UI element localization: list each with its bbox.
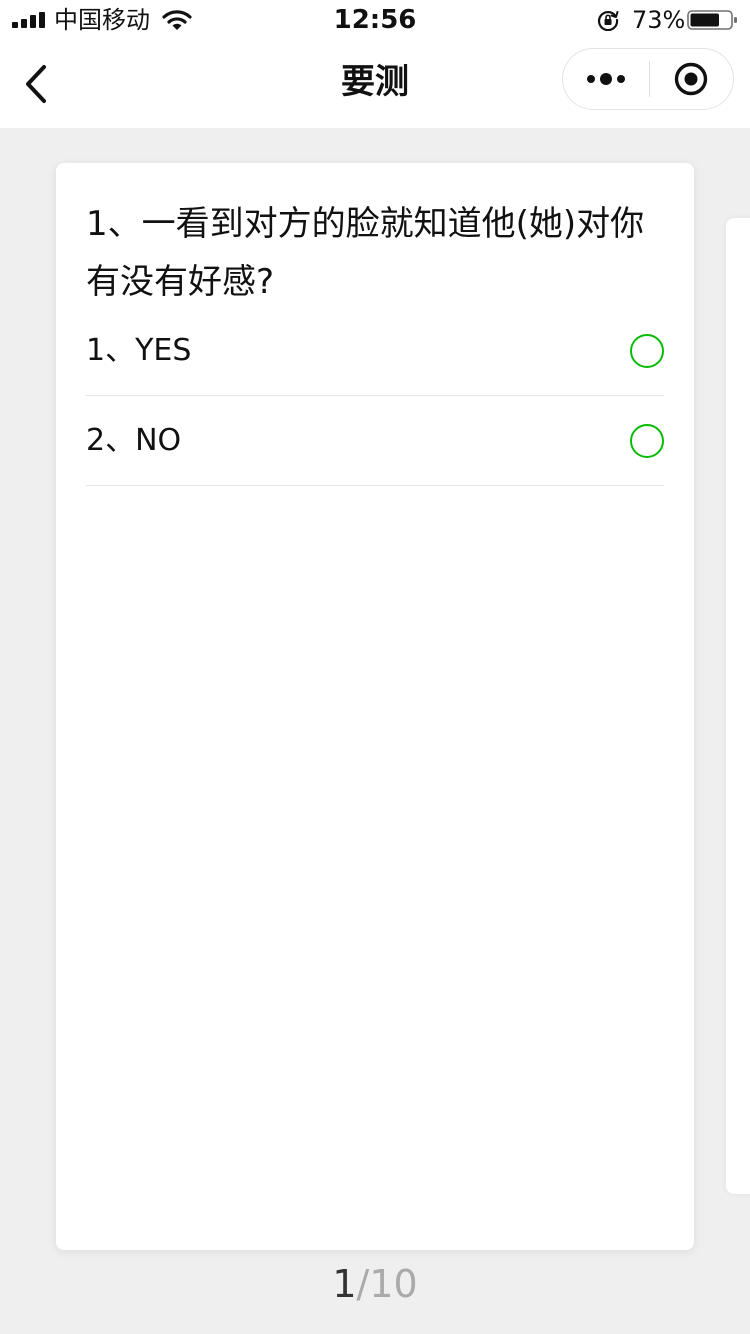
signal-icon xyxy=(12,12,45,28)
wifi-icon xyxy=(162,10,192,30)
status-time: 12:56 xyxy=(333,5,417,35)
close-target-icon xyxy=(675,62,708,96)
current-page: 1 xyxy=(332,1262,357,1306)
status-bar: 中国移动 12:56 73% xyxy=(0,0,750,40)
option-label: 1、YES xyxy=(86,333,192,368)
page-indicator: 1/10 xyxy=(0,1260,750,1308)
battery-icon xyxy=(687,10,737,30)
screen: 中国移动 12:56 73% 要测 1、一看到对方的脸就知道他(她)对你有没有好… xyxy=(0,0,750,1334)
option-no[interactable]: 2、NO xyxy=(86,396,664,486)
battery-percent: 73% xyxy=(632,6,686,34)
radio-circle-icon[interactable] xyxy=(630,424,664,458)
question-card: 1、一看到对方的脸就知道他(她)对你有没有好感? 1、YES 2、NO xyxy=(56,163,694,1250)
back-button[interactable] xyxy=(14,60,58,108)
close-button[interactable] xyxy=(650,49,734,109)
question-text: 1、一看到对方的脸就知道他(她)对你有没有好感? xyxy=(86,204,645,302)
total-pages: 10 xyxy=(369,1262,418,1306)
radio-circle-icon[interactable] xyxy=(630,334,664,368)
navigation-bar: 要测 xyxy=(0,40,750,128)
carrier-name: 中国移动 xyxy=(54,6,150,34)
rotation-lock-icon xyxy=(597,11,619,31)
page-separator: / xyxy=(356,1262,370,1306)
back-icon xyxy=(26,65,46,103)
miniprogram-capsule xyxy=(562,48,734,110)
option-yes[interactable]: 1、YES xyxy=(86,306,664,396)
more-button[interactable] xyxy=(563,49,649,109)
page-title: 要测 xyxy=(341,62,409,102)
more-dots-icon xyxy=(586,73,625,85)
option-label: 2、NO xyxy=(86,423,182,458)
next-question-card[interactable] xyxy=(726,218,750,1194)
